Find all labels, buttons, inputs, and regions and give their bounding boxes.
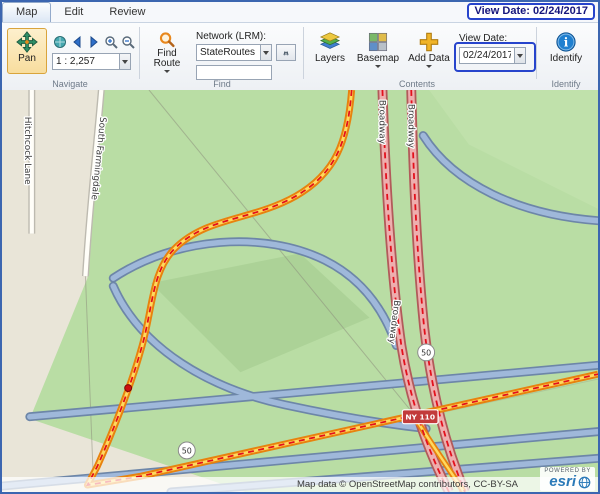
map-canvas[interactable]: 50 50 NY 110 Hitchcock Lane South Farmin… [2,90,598,492]
svg-text:i: i [564,36,569,50]
view-date-label: View Date: [459,33,507,44]
svg-text:50: 50 [421,348,431,357]
next-extent-button[interactable] [86,34,102,50]
view-date-input[interactable] [459,47,514,64]
add-data-icon [418,31,440,53]
chevron-down-icon [122,60,128,64]
group-divider [303,27,304,79]
full-extent-icon [53,35,67,49]
chevron-down-icon [426,65,432,68]
scale-input[interactable] [52,53,119,70]
svg-text:NY 110: NY 110 [405,413,435,422]
network-select[interactable] [196,44,260,61]
view-date-combo [459,47,526,64]
zoom-out-icon [121,35,136,50]
group-label-identify: Identify [551,79,580,89]
full-extent-button[interactable] [52,34,68,50]
layers-button[interactable]: Layers [309,28,351,74]
arrow-left-icon [70,35,84,49]
map-attribution: Map data © OpenStreetMap contributors, C… [2,477,598,492]
add-data-button[interactable]: Add Data [406,28,452,74]
esri-globe-icon [578,476,591,489]
basemap-label: Basemap [357,54,399,64]
chevron-down-icon [164,70,170,73]
shield-ny-110: NY 110 [402,410,438,424]
pan-icon [16,31,38,53]
route-point-marker [125,385,132,392]
pan-label: Pan [18,54,36,64]
pan-button[interactable]: Pan [7,28,47,74]
arrow-right-icon [87,35,101,49]
group-label-contents: Contents [399,79,435,89]
esri-brand-label: esri [549,475,576,489]
identify-label: Identify [550,54,582,64]
basemap-icon [367,31,389,53]
group-label-find: Find [213,79,231,89]
network-combo [196,44,272,61]
chevron-down-icon [375,65,381,68]
zoom-out-button[interactable] [120,34,136,50]
app-window: Map Edit Review View Date: 02/24/2017 Pa… [0,0,600,494]
add-data-label: Add Data [408,54,450,64]
view-date-annotation: View Date: 02/24/2017 [467,3,595,20]
group-label-navigate: Navigate [52,79,88,89]
route-search-input[interactable] [196,65,272,80]
street-label-broadway-upper-right: Broadway [405,104,415,148]
search-routes-button[interactable] [276,44,296,61]
scale-dropdown-button[interactable] [119,53,131,70]
street-label-hitchcock-lane: Hitchcock Lane [22,117,32,185]
find-route-label: Find Route [147,49,187,69]
network-dropdown-button[interactable] [260,44,272,61]
identify-icon: i [555,31,577,53]
layers-label: Layers [315,54,345,64]
identify-button[interactable]: i Identify [542,28,590,74]
scale-combo [52,53,131,70]
group-divider [139,27,140,79]
layers-icon [319,31,341,53]
tab-review[interactable]: Review [96,3,158,22]
find-route-icon [156,31,178,48]
chevron-down-icon [263,51,269,55]
street-label-broadway-upper-left: Broadway [376,100,386,144]
svg-text:50: 50 [182,446,192,455]
shield-50-lower: 50 [178,442,195,459]
previous-extent-button[interactable] [69,34,85,50]
shield-50-upper: 50 [418,344,435,361]
map-viewport[interactable]: 50 50 NY 110 Hitchcock Lane South Farmin… [2,90,598,492]
basemap-button[interactable]: Basemap [354,28,402,74]
tab-edit[interactable]: Edit [51,3,96,22]
esri-logo: POWERED BY esri [540,467,595,491]
ribbon-tab-strip: Map Edit Review View Date: 02/24/2017 [2,2,598,23]
binoculars-icon [283,45,289,61]
network-lrm-label: Network (LRM): [196,31,266,42]
find-route-button[interactable]: Find Route [144,28,190,74]
zoom-in-icon [104,35,119,50]
view-date-dropdown-button[interactable] [514,47,526,64]
zoom-in-button[interactable] [103,34,119,50]
chevron-down-icon [517,54,523,58]
group-divider [536,27,537,79]
tab-map[interactable]: Map [2,2,51,22]
ribbon: Pan [2,23,598,92]
